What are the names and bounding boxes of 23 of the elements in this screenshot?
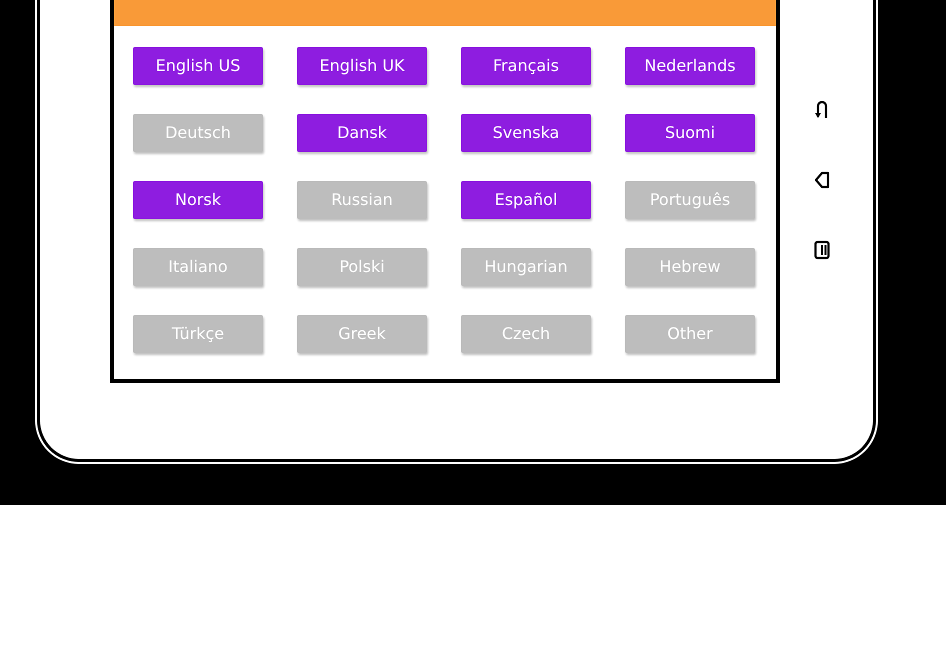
- language-button[interactable]: Suomi: [625, 114, 755, 152]
- language-button[interactable]: Türkçe: [133, 315, 263, 353]
- language-button[interactable]: Nederlands: [625, 47, 755, 85]
- language-button[interactable]: Dansk: [297, 114, 427, 152]
- u-turn-arrow-icon[interactable]: [814, 100, 830, 120]
- language-button[interactable]: Español: [461, 181, 591, 219]
- language-button[interactable]: Deutsch: [133, 114, 263, 152]
- language-button[interactable]: English UK: [297, 47, 427, 85]
- language-button[interactable]: Polski: [297, 248, 427, 286]
- language-button[interactable]: Français: [461, 47, 591, 85]
- language-button[interactable]: Russian: [297, 181, 427, 219]
- language-button[interactable]: Português: [625, 181, 755, 219]
- language-button[interactable]: Other: [625, 315, 755, 353]
- language-button[interactable]: Czech: [461, 315, 591, 353]
- language-button[interactable]: Hungarian: [461, 248, 591, 286]
- language-button[interactable]: Greek: [297, 315, 427, 353]
- language-button[interactable]: Svenska: [461, 114, 591, 152]
- recent-apps-icon[interactable]: [814, 240, 830, 260]
- language-button[interactable]: Hebrew: [625, 248, 755, 286]
- language-button[interactable]: English US: [133, 47, 263, 85]
- back-icon[interactable]: [814, 170, 830, 190]
- language-button[interactable]: Norsk: [133, 181, 263, 219]
- language-button[interactable]: Italiano: [133, 248, 263, 286]
